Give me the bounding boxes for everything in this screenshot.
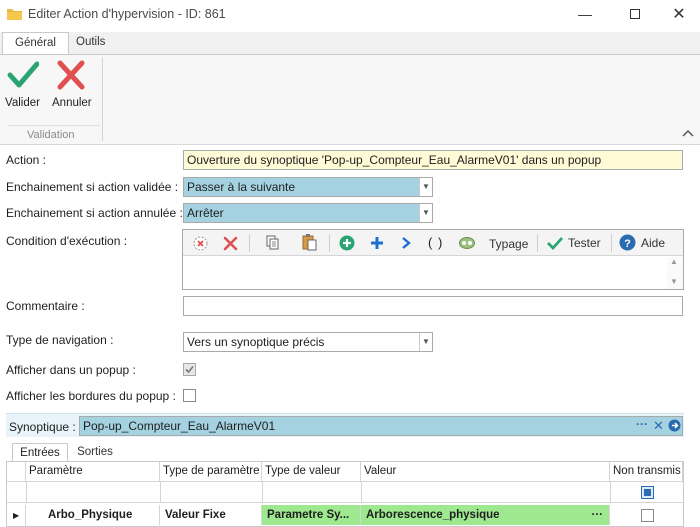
minimize-button[interactable]: — [562,0,608,28]
maximize-button[interactable] [612,0,658,28]
navigate-icon[interactable] [668,419,681,432]
row-indicator-header [7,462,26,482]
typage-button[interactable]: Typage [489,237,528,251]
cell-parametre[interactable]: Arbo_Physique [26,505,160,525]
table-row[interactable]: ▶ Arbo_Physique Valeur Fixe Parametre Sy… [7,505,683,526]
cell-type-parametre[interactable]: Valeur Fixe [160,505,262,525]
borders-label: Afficher les bordures du popup : [6,389,176,403]
synoptique-value: Pop-up_Compteur_Eau_AlarmeV01 [83,419,276,433]
nav-type-label: Type de navigation : [6,333,114,347]
collapse-ribbon-icon[interactable] [682,129,694,137]
non-transmis-checkbox[interactable] [641,509,654,522]
action-field[interactable]: Ouverture du synoptique 'Pop-up_Compteur… [183,150,683,170]
cancel-label: Annuler [52,97,92,109]
toolbar-separator [249,234,250,252]
tab-entrees[interactable]: Entrées [12,443,68,462]
condition-editor: ( ) Typage Tester ? Aide ▲ ▼ [182,229,684,290]
tab-general[interactable]: Général [2,32,69,54]
group-label: Validation [27,129,75,141]
row-selector-icon: ▶ [7,505,26,526]
cancel-button[interactable]: Annuler [51,57,93,111]
ribbon: Valider Annuler Validation [0,54,700,145]
cell-valeur-text: Arborescence_physique [366,509,500,521]
condition-toolbar: ( ) Typage Tester ? Aide [183,230,683,256]
group-separator [102,57,103,141]
column-header-non-transmis[interactable]: Non transmis [610,462,683,482]
toolbar-separator [537,234,538,252]
checkmark-icon [185,365,194,374]
chevron-right-icon[interactable] [400,235,412,251]
column-header-type-valeur[interactable]: Type de valeur [262,462,361,482]
tester-check-icon [547,237,564,251]
nav-type-select[interactable]: Vers un synoptique précis ▼ [183,332,433,352]
plus-icon[interactable] [369,235,385,251]
comment-label: Commentaire : [6,299,85,313]
condition-text-area[interactable] [184,257,664,289]
toolbar-separator [329,234,330,252]
toolbar-separator [611,234,612,252]
column-header-valeur[interactable]: Valeur [361,462,610,482]
synoptique-bar: Synoptique : Pop-up_Compteur_Eau_AlarmeV… [6,413,684,437]
borders-checkbox[interactable] [183,389,196,402]
popup-label: Afficher dans un popup : [6,363,136,377]
on-valid-value: Passer à la suivante [187,180,296,194]
group-divider [8,125,100,126]
folder-icon [7,9,22,20]
typage-icon [459,237,475,249]
nav-type-value: Vers un synoptique précis [187,335,325,349]
ribbon-tabs: Général Outils [0,32,700,54]
paste-icon[interactable] [302,234,318,251]
title-bar: Editer Action d'hypervision - ID: 861 — … [0,0,700,28]
on-cancel-value: Arrêter [187,206,224,220]
more-button[interactable]: ··· [636,417,648,431]
copy-icon[interactable] [265,235,280,251]
more-button[interactable]: ··· [592,505,604,525]
add-circle-icon[interactable] [339,235,355,251]
column-header-parametre[interactable]: Paramètre [26,462,160,482]
clear-icon[interactable]: ✕ [653,418,664,434]
on-valid-label: Enchainement si action validée : [6,180,179,194]
cross-icon [57,60,85,90]
comment-field[interactable] [183,296,683,316]
synoptique-field[interactable]: Pop-up_Compteur_Eau_AlarmeV01 [79,416,683,436]
tab-outils[interactable]: Outils [64,32,117,54]
chevron-down-icon[interactable]: ▼ [419,178,432,196]
cell-type-valeur[interactable]: Parametre Sy... [262,505,361,525]
aide-button[interactable]: Aide [641,236,665,250]
chevron-down-icon[interactable]: ▼ [419,204,432,222]
chevron-down-icon[interactable]: ▼ [419,333,432,351]
parentheses-button[interactable]: ( ) [428,235,443,250]
cell-valeur[interactable]: Arborescence_physique ··· [361,505,610,525]
tester-button[interactable]: Tester [568,236,601,250]
help-icon: ? [619,234,636,251]
checkmark-icon [7,61,39,88]
close-button[interactable]: ✕ [656,0,700,28]
on-cancel-select[interactable]: Arrêter ▼ [183,203,433,223]
synoptique-label: Synoptique : [9,420,76,434]
svg-text:?: ? [624,238,631,250]
column-header-type-parametre[interactable]: Type de paramètre [160,462,262,482]
popup-checkbox[interactable] [183,363,196,376]
on-valid-select[interactable]: Passer à la suivante ▼ [183,177,433,197]
validate-label: Valider [5,97,40,109]
validate-button[interactable]: Valider [4,57,42,111]
condition-scrollbar[interactable]: ▲ ▼ [667,257,683,289]
tab-sorties[interactable]: Sorties [70,443,120,462]
on-cancel-label: Enchainement si action annulée : [6,206,183,220]
filter-row [7,482,683,503]
clear-circle-icon[interactable] [193,236,208,251]
window-title: Editer Action d'hypervision - ID: 861 [28,7,226,21]
filter-non-transmis-checkbox[interactable] [641,486,654,499]
parameters-grid: Paramètre Type de paramètre Type de vale… [6,461,684,527]
condition-label: Condition d'exécution : [6,234,128,248]
delete-icon[interactable] [222,235,239,252]
action-label: Action : [6,153,47,167]
